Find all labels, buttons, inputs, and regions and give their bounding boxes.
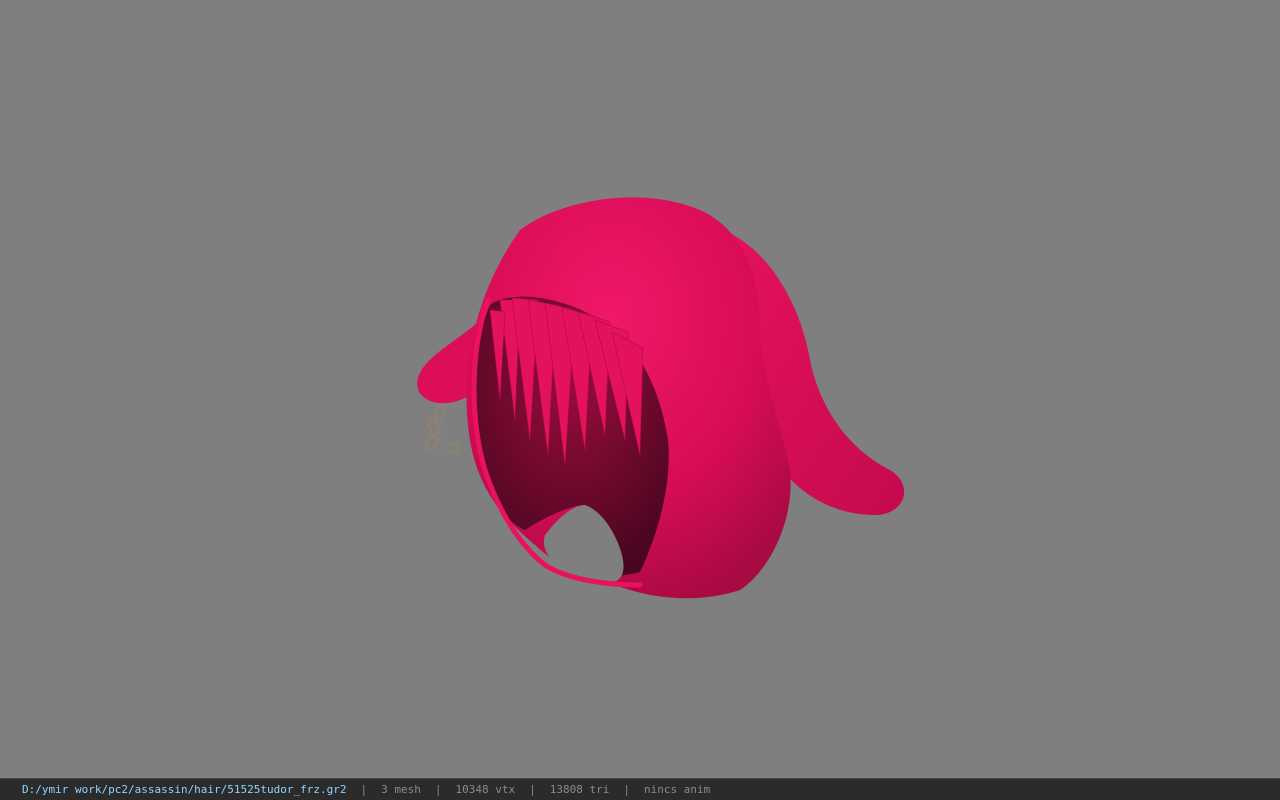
chain-accessory bbox=[424, 403, 460, 454]
model-render bbox=[417, 197, 905, 599]
3d-viewport[interactable] bbox=[0, 0, 1280, 778]
mesh-count-label: 3 mesh bbox=[381, 783, 421, 796]
triangle-count-label: 13808 tri bbox=[549, 783, 610, 796]
status-separator: | bbox=[360, 783, 368, 796]
status-bar: D:/ymir work/pc2/assassin/hair/51525tudo… bbox=[0, 778, 1280, 800]
anim-status-label: nincs anim bbox=[643, 783, 711, 796]
file-path-label: D:/ymir work/pc2/assassin/hair/51525tudo… bbox=[22, 783, 347, 796]
vertex-count-label: 10348 vtx bbox=[455, 783, 516, 796]
status-separator: | bbox=[623, 783, 630, 796]
status-separator: | bbox=[434, 783, 442, 796]
status-separator: | bbox=[529, 783, 536, 796]
